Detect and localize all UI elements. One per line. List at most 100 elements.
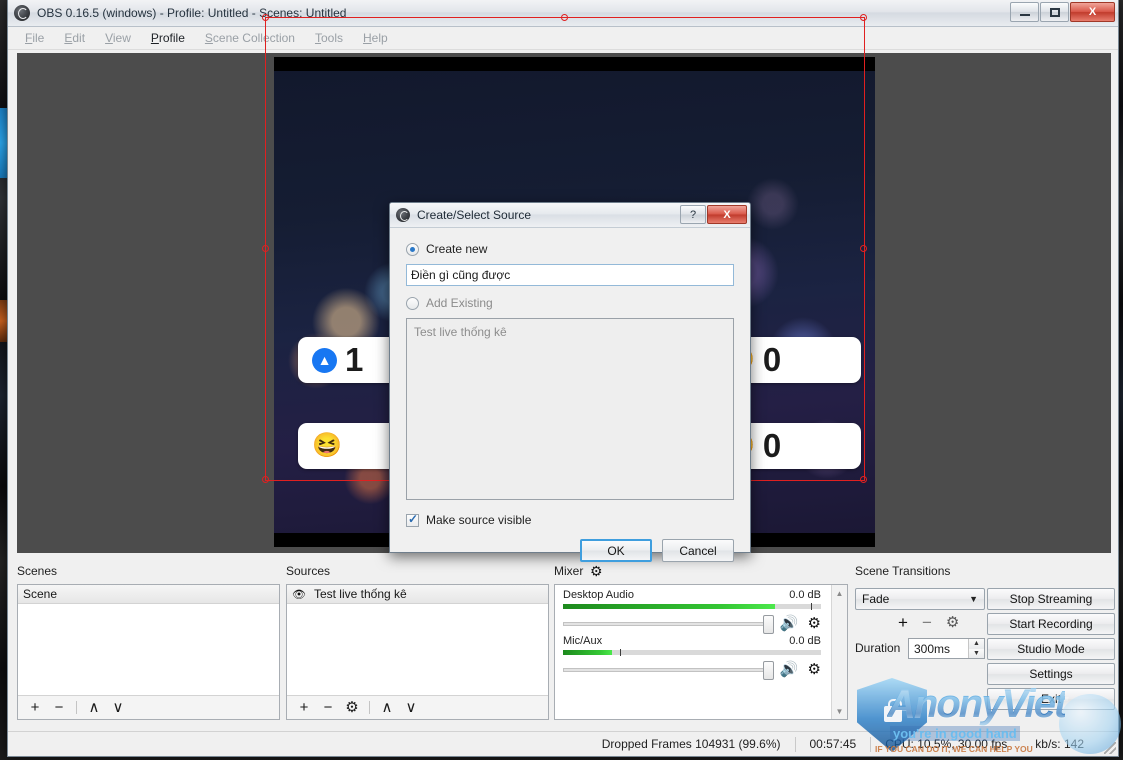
add-transition-button[interactable]: + [898,614,908,631]
window-controls: X [1010,2,1115,22]
haha-emoji-icon: 😆 [312,432,342,459]
make-source-visible-row[interactable]: Make source visible [406,512,734,527]
help-button[interactable]: ? [680,205,706,224]
gear-icon[interactable]: ⚙ [808,662,821,677]
studio-mode-button[interactable]: Studio Mode [987,638,1115,660]
add-scene-button[interactable]: + [24,698,46,718]
transition-select[interactable]: Fade ▼ [855,588,985,610]
menu-item-scene-collection[interactable]: Scene Collection [196,28,304,48]
mixer-track-db: 0.0 dB [789,635,821,647]
gear-icon[interactable]: ⚙ [808,616,821,631]
exit-button[interactable]: Exit [987,688,1115,710]
remove-source-button[interactable]: − [317,698,339,718]
stop-streaming-button[interactable]: Stop Streaming [987,588,1115,610]
mixer-level-meter [563,603,821,610]
list-item[interactable]: Scene [18,585,279,604]
menu-item-tools[interactable]: Tools [306,28,352,48]
obs-main-window: OBS 0.16.5 (windows) - Profile: Untitled… [7,0,1119,757]
menu-item-profile[interactable]: Profile [142,28,194,48]
sources-toolbar: + − ⚙ ∧ ∨ [287,695,548,719]
source-name-input[interactable] [406,264,734,286]
source-properties-gear-icon[interactable]: ⚙ [341,698,363,718]
transition-selected-value: Fade [862,592,890,606]
remove-scene-button[interactable]: − [48,698,70,718]
titlebar: OBS 0.16.5 (windows) - Profile: Untitled… [8,0,1118,27]
speaker-icon[interactable]: 🔊 [780,662,799,677]
maximize-button[interactable] [1040,2,1069,22]
transition-properties-gear-icon[interactable]: ⚙ [946,615,959,630]
stepper-down-icon[interactable]: ▼ [969,648,984,658]
menu-item-file[interactable]: File [16,28,53,48]
duration-value: 300ms [914,641,951,656]
transition-toolbar: + − ⚙ [898,614,959,631]
move-scene-down-button[interactable]: ∨ [107,698,129,718]
mixer-controls: 🔊 ⚙ [563,614,821,634]
move-scene-up-button[interactable]: ∧ [83,698,105,718]
sources-panel[interactable]: 👁 Test live thống kê + − ⚙ ∧ ∨ [286,584,549,720]
transitions-dock-title: Scene Transitions [855,564,951,578]
list-item[interactable]: Test live thống kê [414,325,726,339]
dialog-body: Create new Add Existing Test live thống … [390,228,750,562]
existing-sources-list[interactable]: Test live thống kê [406,318,734,500]
minimize-button[interactable] [1010,2,1039,22]
timecode-status: 00:57:45 [809,737,857,751]
cancel-button[interactable]: Cancel [662,539,734,562]
volume-slider[interactable] [563,660,774,680]
reaction-count: 1 [345,341,363,378]
sources-dock-title: Sources [286,564,331,578]
radio-create-new-icon[interactable] [406,242,419,256]
obs-logo-icon [14,5,30,21]
menu-item-help[interactable]: Help [354,28,397,48]
menu-item-edit[interactable]: Edit [55,28,94,48]
radio-add-existing[interactable]: Add Existing [406,296,734,310]
start-recording-button[interactable]: Start Recording [987,613,1115,635]
scroll-up-arrow-icon[interactable]: ▲ [832,585,847,601]
radio-add-existing-icon[interactable] [406,296,419,310]
radio-add-existing-label: Add Existing [426,296,493,310]
volume-slider-handle[interactable] [762,614,774,634]
stepper-up-icon[interactable]: ▲ [969,639,984,649]
mixer-controls: 🔊 ⚙ [563,660,821,680]
close-button[interactable]: X [1070,2,1115,22]
mixer-panel[interactable]: Desktop Audio 0.0 dB 🔊 ⚙ Mic/Aux 0.0 dB 🔊 ⚙ ▲ ▼ [554,584,848,720]
volume-slider[interactable] [563,614,774,634]
settings-button[interactable]: Settings [987,663,1115,685]
reaction-count: 0 [762,341,781,378]
mixer-track-name: Desktop Audio [563,589,634,601]
move-source-down-button[interactable]: ∨ [400,698,422,718]
mixer-track-name: Mic/Aux [563,635,603,647]
like-emoji-icon: ▲ [312,347,337,373]
list-item[interactable]: 👁 Test live thống kê [287,585,548,604]
scene-name: Scene [23,587,58,601]
make-source-visible-label: Make source visible [426,513,532,527]
duration-stepper[interactable]: ▲ ▼ [968,639,984,658]
dialog-window-controls: ? X [680,205,747,224]
make-source-visible-checkbox[interactable] [406,512,419,527]
ok-button[interactable]: OK [580,539,652,562]
speaker-icon[interactable]: 🔊 [780,616,799,631]
dialog-close-button[interactable]: X [707,205,747,224]
menu-item-view[interactable]: View [96,28,140,48]
duration-input[interactable]: 300ms ▲ ▼ [908,638,985,659]
dropped-frames-status: Dropped Frames 104931 (99.6%) [601,737,781,751]
menubar: File Edit View Profile Scene Collection Tools… [8,27,1118,50]
mixer-scrollbar[interactable]: ▲ ▼ [831,585,847,719]
toolbar-separator [369,701,370,714]
scroll-down-arrow-icon[interactable]: ▼ [832,703,847,719]
dialog-title: Create/Select Source [417,208,532,222]
reaction-count: 0 [762,427,781,464]
mixer-settings-gear-icon[interactable]: ⚙ [590,563,603,580]
move-source-up-button[interactable]: ∧ [376,698,398,718]
scenes-panel[interactable]: Scene + − ∧ ∨ [17,584,280,720]
remove-transition-button[interactable]: − [922,614,932,631]
toolbar-separator [76,701,77,714]
resize-grip[interactable] [1104,742,1116,754]
radio-create-new[interactable]: Create new [406,242,734,256]
eye-icon[interactable]: 👁 [292,588,306,601]
chevron-down-icon: ▼ [969,594,978,604]
create-select-source-dialog: Create/Select Source ? X Create new Add … [389,202,751,562]
volume-slider-handle[interactable] [762,660,774,680]
add-source-button[interactable]: + [293,698,315,718]
mixer-level-meter [563,649,821,656]
duration-label: Duration [855,641,901,655]
